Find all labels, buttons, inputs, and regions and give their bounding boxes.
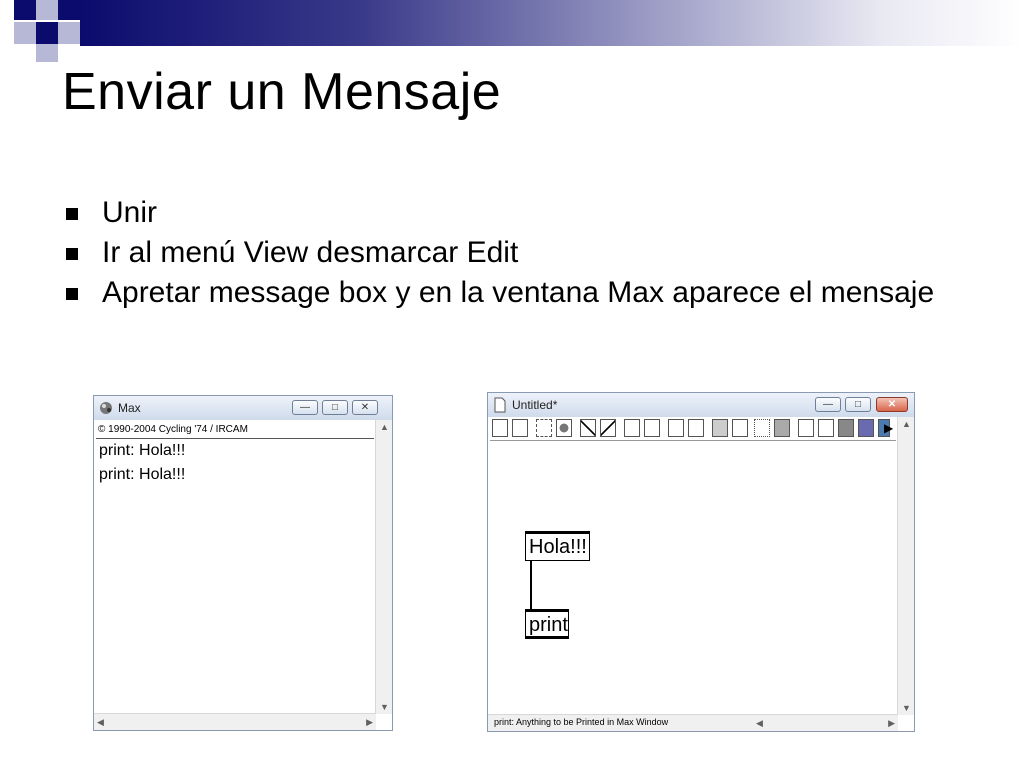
palette-more-arrow-icon[interactable]: ▶	[884, 421, 893, 435]
minimize-icon: —	[300, 402, 310, 413]
square-bullet-icon	[66, 208, 78, 220]
max-window: Max — □ ✕ © 1990-2004 Cycling '74 / IRCA…	[93, 395, 393, 731]
max-copyright: © 1990-2004 Cycling '74 / IRCAM	[98, 424, 248, 435]
document-icon	[494, 397, 506, 413]
log-line: print: Hola!!!	[99, 466, 186, 483]
patch-cord	[530, 561, 532, 609]
divider	[96, 438, 374, 439]
decor-square	[36, 22, 58, 44]
button-tool-icon[interactable]	[798, 419, 814, 437]
max-window-titlebar[interactable]: Max — □ ✕	[94, 396, 392, 420]
scroll-up-arrow-icon[interactable]: ▲	[902, 419, 911, 429]
log-line: print: Hola!!!	[99, 442, 186, 459]
minimize-button[interactable]: —	[815, 397, 841, 412]
scroll-right-arrow-icon[interactable]: ▶	[366, 717, 373, 727]
decor-square	[14, 0, 36, 20]
close-button[interactable]: ✕	[876, 397, 908, 412]
horizontal-scrollbar[interactable]: ◀ ▶	[94, 713, 376, 730]
number-box-tool-icon[interactable]	[624, 419, 640, 437]
max-window-title: Max	[118, 401, 141, 415]
header-gradient-bar	[80, 0, 1024, 46]
vertical-scrollbar[interactable]: ▲ ▼	[897, 417, 914, 715]
status-text: print: Anything to be Printed in Max Win…	[494, 717, 669, 727]
patch-window: Untitled* — □ ✕ ▶ Hola!!! print ▲ ▼ prin…	[487, 392, 915, 732]
bang-tool-icon[interactable]	[556, 419, 572, 437]
comment-tool-icon[interactable]	[536, 419, 552, 437]
bullet-text: Ir al menú View desmarcar Edit	[102, 236, 519, 269]
object-palette: ▶	[492, 419, 893, 439]
patch-window-titlebar[interactable]: Untitled* — □ ✕	[488, 393, 914, 417]
max-app-icon	[100, 402, 112, 414]
bullet-item: Ir al menú View desmarcar Edit	[62, 236, 942, 270]
object-box-tool-icon[interactable]	[492, 419, 508, 437]
scroll-down-arrow-icon[interactable]: ▼	[380, 702, 389, 712]
dial-tool-icon[interactable]	[712, 419, 728, 437]
maximize-icon: □	[331, 402, 339, 413]
matrix-tool-icon[interactable]	[732, 419, 748, 437]
decor-square	[58, 22, 80, 44]
close-button[interactable]: ✕	[352, 400, 378, 415]
maximize-button[interactable]: □	[322, 400, 348, 415]
pictctrl-tool-icon[interactable]	[818, 419, 834, 437]
decor-square	[58, 0, 80, 20]
speaker-tool-icon[interactable]	[858, 419, 874, 437]
hslider-tool-icon[interactable]	[688, 419, 704, 437]
float-box-tool-icon[interactable]	[644, 419, 660, 437]
minimize-button[interactable]: —	[292, 400, 318, 415]
patch-window-title: Untitled*	[512, 398, 558, 412]
scroll-left-arrow-icon[interactable]: ◀	[756, 718, 763, 728]
decor-square	[14, 22, 36, 44]
mic-tool-icon[interactable]	[838, 419, 854, 437]
scroll-right-arrow-icon[interactable]: ▶	[888, 718, 895, 728]
panel-tool-icon[interactable]	[774, 419, 790, 437]
toggle-tool-icon[interactable]	[580, 419, 596, 437]
slider-tool-icon[interactable]	[668, 419, 684, 437]
close-icon: ✕	[887, 399, 897, 410]
status-bar: print: Anything to be Printed in Max Win…	[488, 714, 898, 731]
bullet-item: Unir	[62, 196, 942, 230]
message-box-tool-icon[interactable]	[512, 419, 528, 437]
vertical-scrollbar[interactable]: ▲ ▼	[375, 420, 392, 714]
scroll-down-arrow-icon[interactable]: ▼	[902, 703, 911, 713]
bullet-list: Unir Ir al menú View desmarcar Edit Apre…	[62, 196, 942, 316]
bullet-text: Unir	[102, 196, 158, 229]
decor-square	[36, 0, 58, 20]
close-icon: ✕	[360, 402, 370, 413]
print-object-box[interactable]: print	[525, 609, 569, 639]
bullet-text: Apretar message box y en la ventana Max …	[102, 276, 935, 309]
slide-title: Enviar un Mensaje	[62, 63, 502, 121]
bullet-item: Apretar message box y en la ventana Max …	[62, 276, 942, 310]
toggle-x-tool-icon[interactable]	[600, 419, 616, 437]
grid-tool-icon[interactable]	[754, 419, 770, 437]
square-bullet-icon	[66, 248, 78, 260]
decor-square	[36, 44, 58, 62]
maximize-icon: □	[854, 399, 862, 410]
divider	[490, 440, 896, 441]
scroll-left-arrow-icon[interactable]: ◀	[97, 717, 104, 727]
scroll-up-arrow-icon[interactable]: ▲	[380, 422, 389, 432]
minimize-icon: —	[823, 399, 833, 410]
square-bullet-icon	[66, 288, 78, 300]
maximize-button[interactable]: □	[845, 397, 871, 412]
message-box[interactable]: Hola!!!	[525, 531, 590, 561]
